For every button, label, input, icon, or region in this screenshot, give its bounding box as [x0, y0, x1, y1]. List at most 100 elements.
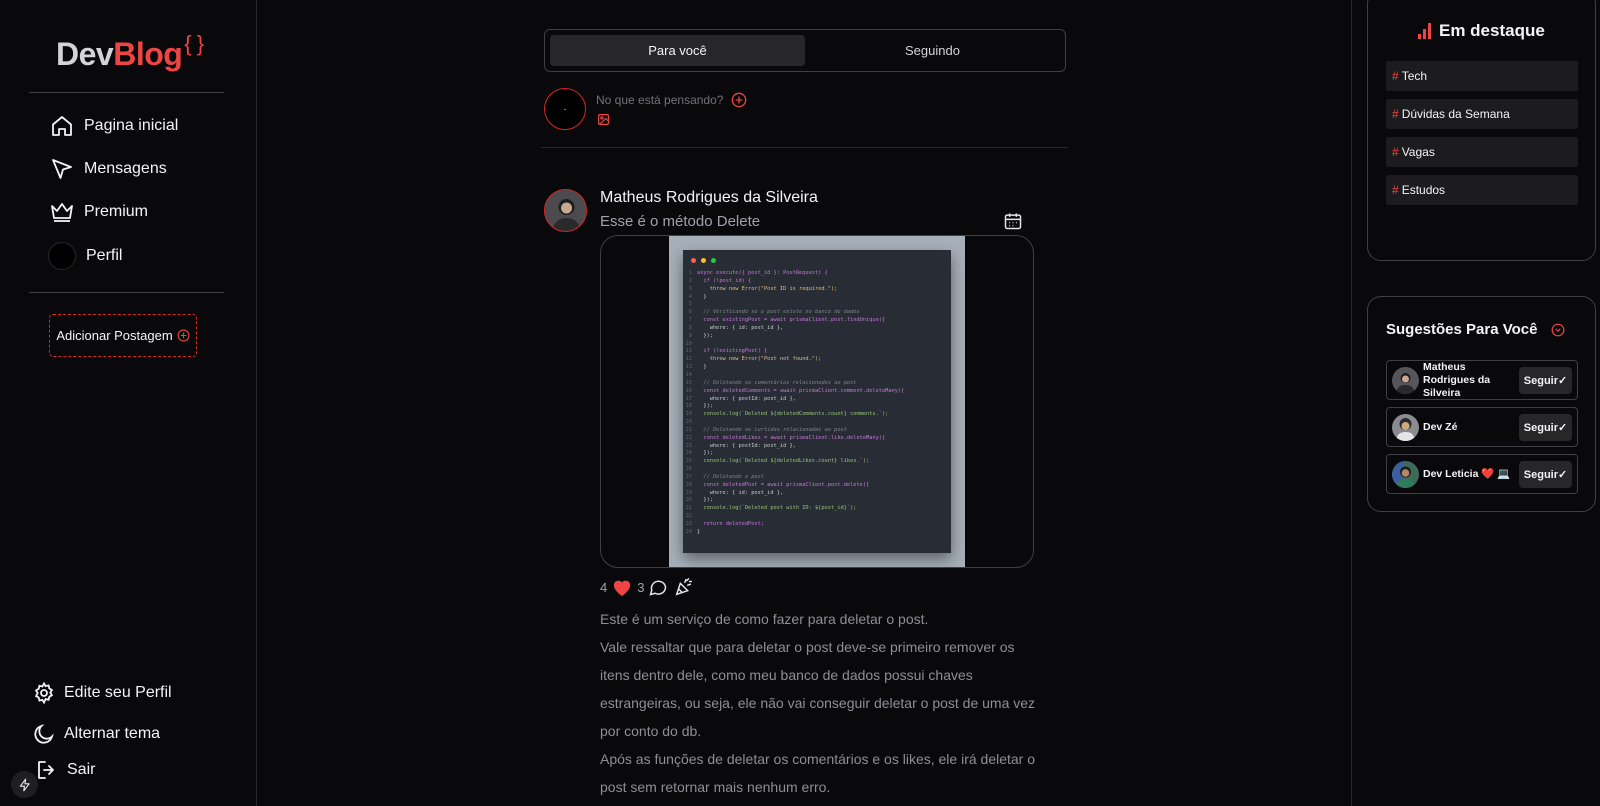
party-icon[interactable] — [673, 576, 695, 598]
sidebar-item-label: Perfil — [86, 247, 123, 264]
code-line: 13 } — [683, 364, 951, 372]
code-line: 21 // Deletando as curtidas relacionadas… — [683, 427, 951, 435]
add-post-button[interactable]: Adicionar Postagem — [49, 314, 197, 357]
logout-button[interactable]: Sair — [35, 758, 95, 782]
sidebar-item-profile[interactable]: Perfil — [48, 242, 123, 270]
follow-button[interactable]: Seguir✓ — [1519, 414, 1572, 441]
crown-icon — [51, 203, 73, 222]
suggestion-name[interactable]: Dev Leticia ❤️ 💻 — [1423, 455, 1519, 493]
tag-estudos[interactable]: # Estudos — [1386, 175, 1578, 205]
avatar[interactable] — [1392, 367, 1419, 394]
image-icon[interactable] — [597, 113, 610, 126]
toggle-theme-button[interactable]: Alternar tema — [32, 722, 160, 746]
code-line: 32 — [683, 513, 951, 521]
post-title: Esse é o método Delete — [600, 213, 761, 230]
code-text: // Deletando o post — [697, 473, 764, 480]
post-author-avatar[interactable] — [544, 189, 587, 232]
line-number: 14 — [685, 371, 692, 378]
sidebar-divider — [29, 292, 224, 293]
code-line: 7 const existingPost = await prismaClien… — [683, 317, 951, 325]
line-number: 2 — [688, 277, 692, 284]
edit-profile-button[interactable]: Edite seu Perfil — [32, 681, 172, 705]
plus-circle-icon — [177, 329, 190, 342]
post-actions: 4 3 — [600, 576, 695, 598]
hash-icon: # — [1392, 145, 1399, 159]
line-number: 28 — [685, 481, 692, 488]
post-paragraph: Vale ressaltar que para deletar o post d… — [600, 639, 1036, 739]
tag-label: Estudos — [1401, 183, 1446, 197]
line-number: 22 — [685, 434, 692, 441]
person-photo-icon — [1392, 461, 1419, 488]
toggle-theme-label: Alternar tema — [64, 725, 161, 742]
code-line: 19 console.log(`Deleted ${deletedComment… — [683, 411, 951, 419]
suggestion-name[interactable]: Dev Zé — [1423, 408, 1519, 446]
feed-tabs: Para você Seguindo — [544, 29, 1066, 72]
tab-following[interactable]: Seguindo — [805, 35, 1060, 66]
code-line: 18 }); — [683, 403, 951, 411]
line-number: 15 — [685, 379, 692, 386]
code-text: const existingPost = await prismaClient.… — [697, 317, 886, 324]
code-line: 15 // Deletando os comentários relaciona… — [683, 380, 951, 388]
composer-avatar[interactable]: - — [544, 88, 586, 130]
code-line: 30 }); — [683, 497, 951, 505]
code-text: throw new Error("Post ID is required."); — [697, 285, 838, 292]
tag-label: Dúvidas da Semana — [1401, 107, 1510, 121]
brand-part-blog: Blog — [113, 36, 183, 72]
tag-duvidas[interactable]: # Dúvidas da Semana — [1386, 99, 1578, 129]
line-number: 13 — [685, 364, 692, 371]
line-number: 12 — [685, 356, 692, 363]
tab-for-you[interactable]: Para você — [550, 35, 805, 66]
post-image[interactable]: 1 async execute({ post_id }: PostRequest)… — [600, 235, 1034, 568]
bolt-icon — [19, 778, 30, 791]
heart-icon[interactable] — [611, 577, 633, 597]
line-number: 6 — [688, 309, 692, 316]
tag-vagas[interactable]: # Vagas — [1386, 137, 1578, 167]
bolt-button[interactable] — [11, 771, 38, 798]
code-text: const deletedLikes = await prismaClient.… — [697, 434, 886, 441]
code-line: 25 console.log(`Deleted ${deletedLikes.c… — [683, 458, 951, 466]
line-number: 11 — [685, 348, 692, 355]
line-number: 8 — [688, 324, 692, 331]
chevron-down-circle-icon[interactable] — [1551, 323, 1565, 337]
code-line: 22 const deletedLikes = await prismaClie… — [683, 435, 951, 443]
code-text: async execute({ post_id }: PostRequest) … — [697, 270, 828, 276]
tag-tech[interactable]: # Tech — [1386, 61, 1578, 91]
home-icon — [52, 116, 72, 136]
code-line: 3 throw new Error("Post ID is required."… — [683, 286, 951, 294]
code-line: 17 where: { postId: post_id }, — [683, 396, 951, 404]
trending-title-label: Em destaque — [1439, 21, 1545, 40]
edit-profile-label: Edite seu Perfil — [64, 684, 172, 701]
avatar[interactable] — [1392, 461, 1419, 488]
code-text: }); — [697, 497, 713, 504]
line-number: 5 — [688, 301, 692, 308]
comment-icon[interactable] — [648, 577, 668, 597]
code-text: if (!existingPost) { — [697, 348, 768, 355]
add-post-plus-icon[interactable] — [731, 92, 747, 108]
suggestion-name[interactable]: Matheus Rodrigues da Silveira — [1423, 361, 1519, 399]
post-author-name[interactable]: Matheus Rodrigues da Silveira — [600, 189, 818, 207]
sidebar-item-messages[interactable]: Mensagens — [50, 157, 167, 181]
tag-label: Tech — [1401, 69, 1428, 83]
line-number: 33 — [685, 521, 692, 527]
sidebar-item-premium[interactable]: Premium — [50, 200, 148, 224]
minimize-dot — [701, 258, 706, 263]
post-body: Este é um serviço de como fazer para del… — [600, 605, 1040, 801]
code-text: }); — [697, 450, 713, 457]
line-number: 23 — [685, 442, 692, 449]
hash-icon: # — [1392, 183, 1399, 197]
suggestion-item: Matheus Rodrigues da Silveira Seguir✓ — [1386, 360, 1578, 400]
line-number: 4 — [688, 293, 692, 300]
add-post-label: Adicionar Postagem — [56, 328, 173, 343]
code-line: 27 // Deletando o post — [683, 474, 951, 482]
calendar-icon[interactable] — [1003, 211, 1023, 231]
brand-logo[interactable]: DevBlog{ } — [56, 31, 204, 73]
send-icon — [52, 159, 72, 179]
follow-button[interactable]: Seguir✓ — [1519, 461, 1572, 488]
sidebar-item-home[interactable]: Pagina inicial — [50, 114, 178, 138]
avatar[interactable] — [1392, 414, 1419, 441]
logout-label: Sair — [67, 761, 96, 778]
follow-button[interactable]: Seguir✓ — [1519, 367, 1572, 394]
line-number: 30 — [685, 497, 692, 504]
code-line: 16 const deletedComments = await prismaC… — [683, 388, 951, 396]
composer-input[interactable]: No que está pensando? — [596, 93, 723, 107]
